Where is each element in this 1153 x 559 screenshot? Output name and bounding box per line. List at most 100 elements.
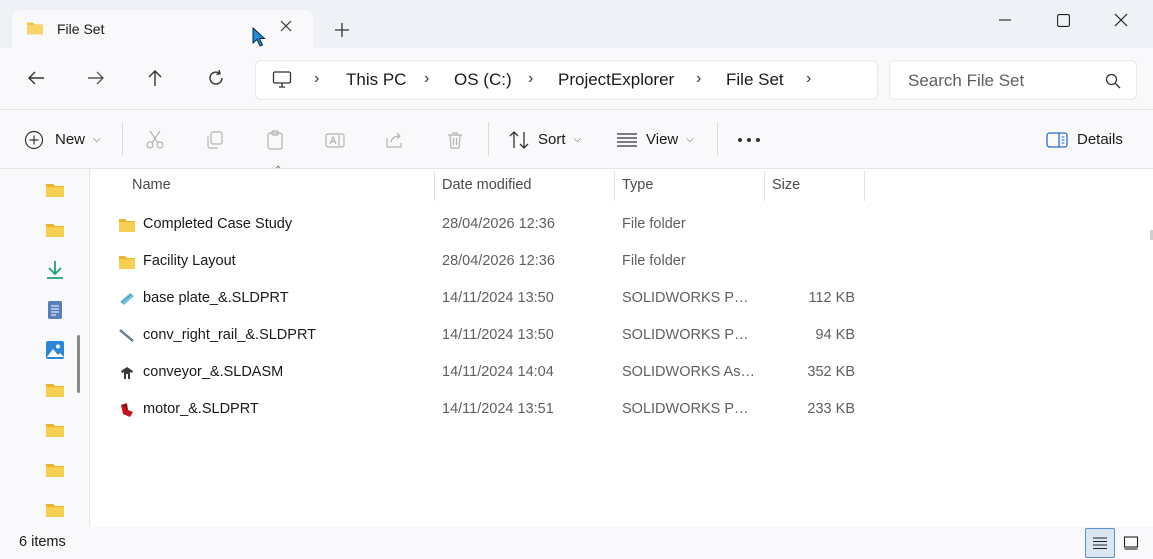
divider: [717, 122, 718, 156]
file-date: 28/04/2026 12:36: [442, 253, 555, 269]
file-row[interactable]: motor_&.SLDPRT 14/11/2024 13:51 SOLIDWOR…: [111, 393, 871, 427]
sort-ascending-icon: ⌃: [274, 165, 283, 176]
folder-icon[interactable]: [44, 219, 66, 241]
breadcrumb-projectexplorer[interactable]: ProjectExplorer: [558, 70, 674, 90]
folder-icon: [119, 256, 135, 269]
search-input[interactable]: Search File Set: [889, 60, 1137, 100]
new-label: New: [55, 131, 86, 148]
paste-button[interactable]: [265, 110, 285, 169]
file-row[interactable]: conv_right_rail_&.SLDPRT 14/11/2024 13:5…: [111, 319, 871, 353]
chevron-right-icon[interactable]: ›: [314, 70, 319, 88]
file-row[interactable]: conveyor_&.SLDASM 14/11/2024 14:04 SOLID…: [111, 356, 871, 390]
breadcrumb-os-c[interactable]: OS (C:): [454, 70, 512, 90]
tab-file-set[interactable]: File Set: [12, 10, 313, 48]
view-list-icon: [617, 132, 637, 147]
share-icon: [386, 132, 402, 148]
sort-button[interactable]: Sort ⌵: [508, 110, 581, 169]
file-row[interactable]: base plate_&.SLDPRT 14/11/2024 13:50 SOL…: [111, 282, 871, 316]
details-view-icon: [1093, 537, 1107, 550]
address-bar[interactable]: › This PC › OS (C:) › ProjectExplorer › …: [255, 60, 878, 100]
file-name: Completed Case Study: [143, 216, 293, 232]
cut-button[interactable]: [145, 110, 165, 169]
plus-icon[interactable]: [330, 20, 354, 44]
column-header-name[interactable]: Name: [132, 169, 171, 201]
refresh-icon[interactable]: [202, 64, 230, 92]
share-button[interactable]: [385, 110, 405, 169]
download-icon[interactable]: [44, 259, 66, 281]
column-divider[interactable]: [434, 171, 435, 201]
document-icon[interactable]: [44, 299, 66, 321]
column-header-size[interactable]: Size: [772, 169, 800, 201]
details-button[interactable]: Details: [1046, 110, 1123, 169]
arrow-right-icon[interactable]: [82, 64, 110, 92]
file-size: 233 KB: [807, 401, 855, 417]
chevron-right-icon[interactable]: ›: [696, 70, 701, 88]
file-name: base plate_&.SLDPRT: [143, 290, 289, 306]
view-button[interactable]: View ⌵: [616, 110, 694, 169]
plus-circle-icon: [24, 130, 44, 149]
trash-icon: [448, 131, 462, 149]
arrow-up-icon[interactable]: [141, 64, 169, 92]
file-list: ⌃ Name Date modified Type Size Completed…: [91, 165, 1153, 527]
minimize-icon[interactable]: [976, 0, 1034, 40]
rename-button[interactable]: [325, 110, 345, 169]
file-name: conv_right_rail_&.SLDPRT: [143, 327, 317, 343]
solidworks-assembly-icon: [121, 367, 133, 379]
column-divider[interactable]: [614, 171, 615, 201]
file-row[interactable]: Facility Layout 28/04/2026 12:36 File fo…: [111, 245, 871, 279]
navigation-scrollbar[interactable]: [77, 335, 80, 393]
file-type: File folder: [622, 253, 686, 269]
file-size: 94 KB: [815, 327, 856, 343]
chevron-right-icon[interactable]: ›: [806, 70, 811, 88]
file-date: 14/11/2024 13:50: [442, 290, 554, 306]
new-button[interactable]: New ⌵: [24, 110, 101, 169]
copy-button[interactable]: [205, 110, 225, 169]
file-date: 14/11/2024 13:50: [442, 327, 554, 343]
folder-icon[interactable]: [44, 179, 66, 201]
folder-icon[interactable]: [44, 419, 66, 441]
column-header-type[interactable]: Type: [622, 169, 653, 201]
mouse-cursor-icon: [252, 27, 266, 47]
folder-icon[interactable]: [44, 379, 66, 401]
file-type: SOLIDWORKS Part Document: [622, 327, 756, 343]
maximize-icon[interactable]: [1034, 0, 1092, 40]
command-bar: New ⌵ Sort ⌵ View ⌵ Details: [0, 110, 1153, 169]
file-type: File folder: [622, 216, 686, 232]
navigation-pane: [0, 169, 90, 527]
search-icon[interactable]: [1104, 72, 1122, 90]
ellipsis-icon: [738, 137, 760, 142]
folder-icon[interactable]: [44, 459, 66, 481]
clipboard-icon: [267, 129, 283, 150]
breadcrumb-this-pc[interactable]: This PC: [346, 70, 406, 90]
search-placeholder: Search File Set: [908, 71, 1025, 90]
close-icon[interactable]: [276, 18, 296, 38]
details-view-button[interactable]: [1085, 528, 1115, 558]
chevron-right-icon[interactable]: ›: [424, 70, 429, 88]
file-size: 112 KB: [808, 290, 856, 306]
column-header-date[interactable]: Date modified: [442, 169, 531, 201]
arrow-left-icon[interactable]: [22, 64, 50, 92]
tiles-view-icon: [1123, 536, 1139, 550]
pictures-icon[interactable]: [44, 339, 66, 361]
file-row[interactable]: Completed Case Study 28/04/2026 12:36 Fi…: [111, 208, 871, 242]
column-divider[interactable]: [864, 171, 865, 201]
solidworks-part-icon: [120, 293, 134, 305]
tab-title: File Set: [57, 21, 105, 37]
computer-icon[interactable]: [272, 70, 292, 90]
copy-icon: [207, 130, 223, 149]
window-close-icon[interactable]: [1092, 0, 1150, 40]
folder-icon: [119, 219, 135, 232]
chevron-right-icon[interactable]: ›: [528, 70, 533, 88]
large-icons-view-button[interactable]: [1116, 528, 1146, 558]
file-size: 352 KB: [807, 364, 855, 380]
delete-button[interactable]: [445, 110, 465, 169]
column-divider[interactable]: [764, 171, 765, 201]
file-type: SOLIDWORKS Part Document: [622, 290, 756, 306]
more-options-button[interactable]: [737, 110, 761, 169]
title-bar: File Set: [0, 0, 1153, 48]
scissors-icon: [146, 130, 164, 149]
folder-icon[interactable]: [44, 499, 66, 521]
file-name: conveyor_&.SLDASM: [143, 364, 284, 380]
status-bar: 6 items: [0, 527, 1153, 559]
breadcrumb-file-set[interactable]: File Set: [726, 70, 784, 90]
